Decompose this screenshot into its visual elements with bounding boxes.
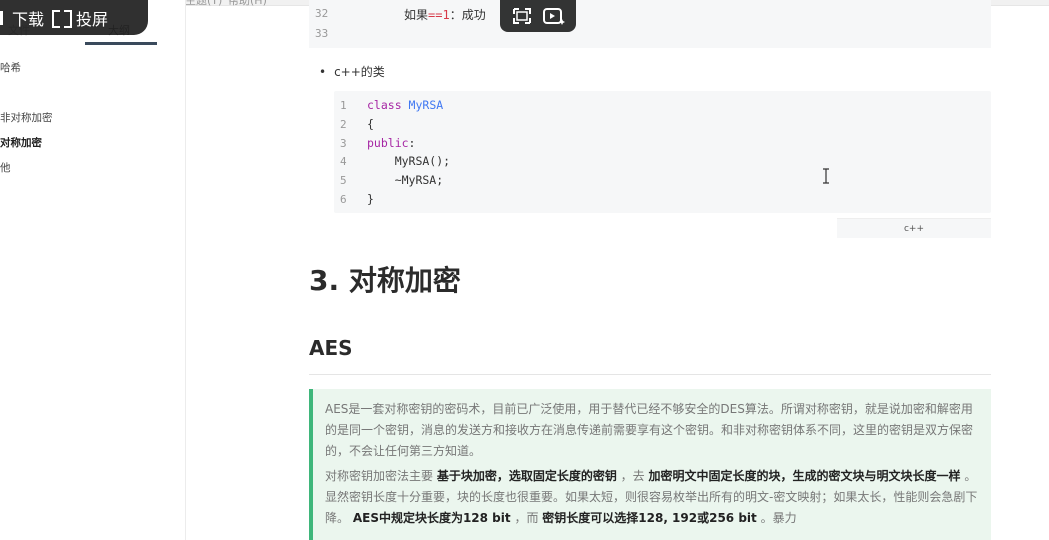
quote-paragraph-2: 对称密钥加密法主要 基于块加密，选取固定长度的密钥 ，去 加密明文中固定长度的块… [325, 466, 983, 529]
download-button[interactable]: 下载 [0, 6, 44, 30]
emphasis-text: AES中规定块长度为128 bit [352, 511, 511, 525]
code-language-selector[interactable]: c++ [837, 218, 991, 238]
emphasis-text: 密钥长度可以选择128, 192或256 bit [542, 511, 757, 525]
cast-label: 投屏 [76, 9, 109, 29]
download-label: 下载 [12, 9, 45, 29]
cast-button[interactable]: 投屏 [52, 6, 108, 30]
quote-paragraph-1: AES是一套对称密钥的密码术，目前已广泛使用，用于替代已经不够安全的DES算法。… [325, 402, 974, 458]
cast-icon [52, 9, 73, 28]
emphasis-text: 基于块加密，选取固定长度的密钥 [436, 469, 617, 483]
bullet-item: c++的类 [319, 63, 385, 80]
code-number: ==1 [428, 8, 450, 22]
code-line: MyRSA(); [367, 154, 450, 168]
pip-icon[interactable] [510, 5, 534, 27]
code-block-previous: 32 如果==1：成功 33 [309, 0, 991, 48]
heading-aes: AES [309, 336, 353, 360]
document-content: 32 如果==1：成功 33 c++的类 1 class MyRSA 2 {3 publ… [309, 0, 991, 540]
code-line: } [367, 192, 374, 206]
code-token: : [408, 135, 416, 150]
active-tab-indicator [85, 42, 157, 45]
body-text: 。暴力 [756, 511, 797, 525]
text-cursor-icon [823, 168, 829, 184]
body-text: ，而 [510, 511, 543, 525]
outline-item-asymmetric[interactable]: 非对称加密 [0, 110, 53, 125]
line-number: 1 [340, 99, 347, 112]
code-token: MyRSA [408, 98, 444, 112]
outline-item-other[interactable]: 他 [0, 160, 11, 175]
code-token: ~MyRSA; [367, 173, 444, 188]
blockquote: AES是一套对称密钥的密码术，目前已广泛使用，用于替代已经不够安全的DES算法。… [309, 389, 991, 540]
code-text: ：成功 [449, 8, 486, 22]
line-number: 32 [315, 7, 329, 20]
code-text: 如果 [404, 8, 429, 22]
line-number: 3 [340, 136, 347, 150]
heading-underline [309, 374, 991, 375]
code-token: { [367, 116, 374, 131]
heading-number: 3. [309, 264, 340, 297]
download-icon [0, 10, 3, 25]
code-token: class [367, 98, 409, 112]
code-token: } [367, 192, 374, 206]
line-number: 4 [340, 155, 347, 169]
line-number: 2 [340, 117, 347, 131]
outline-item-symmetric[interactable]: 对称加密 [0, 135, 42, 150]
menu-item-help[interactable]: 帮助(H) [228, 0, 267, 8]
code-line: class MyRSA [367, 98, 443, 112]
line-number: 33 [315, 27, 329, 40]
line-number: 6 [340, 193, 347, 206]
player-overlay-left: 下载 投屏 [0, 0, 148, 35]
outline-item-hash[interactable]: 哈希 [0, 60, 21, 75]
emphasis-text: 加密明文中固定长度的块，生成的密文块与明文块长度一样 [648, 469, 961, 483]
code-line: { [367, 117, 374, 131]
player-overlay-right [500, 0, 576, 32]
menu-item-theme[interactable]: 主题(T) [185, 0, 222, 8]
sidebar: 文件 大纲 哈希 非对称加密 对称加密 他 [0, 0, 186, 540]
body-text: ，去 [616, 469, 649, 483]
video-ai-icon[interactable] [542, 5, 566, 27]
heading-text: 对称加密 [348, 264, 461, 297]
body-text: 对称密钥加密法主要 [325, 469, 437, 483]
code-line: public: [367, 136, 415, 150]
code-token: MyRSA(); [367, 154, 451, 169]
code-token: public [367, 135, 409, 150]
code-line: ~MyRSA; [367, 173, 443, 187]
line-number: 5 [340, 174, 347, 188]
heading-symmetric-encryption: 3. 对称加密 [309, 259, 461, 299]
code-block-cpp[interactable]: 1 class MyRSA 2 {3 public: 4 MyRSA(); 5 ~MyRSA… [334, 91, 991, 213]
code-line: 如果==1：成功 [404, 6, 486, 23]
